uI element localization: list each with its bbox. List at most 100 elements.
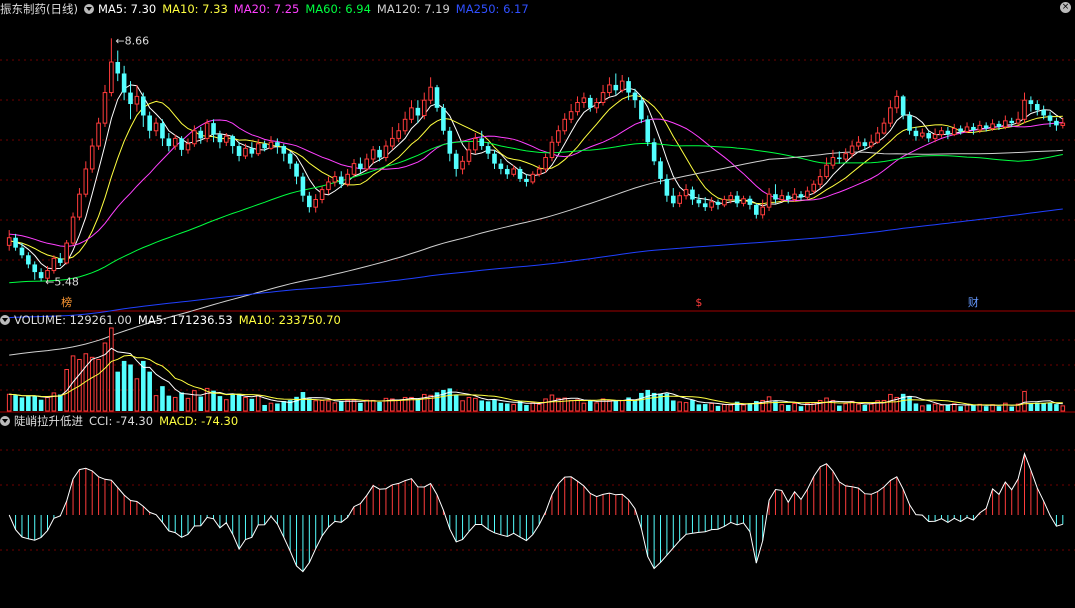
volume-bar-down[interactable] — [307, 398, 312, 411]
volume-bar-down[interactable] — [38, 399, 44, 411]
volume-bar-down[interactable] — [613, 400, 619, 411]
candle-up[interactable] — [224, 135, 229, 143]
candle-down[interactable] — [498, 163, 504, 169]
volume-bar-down[interactable] — [121, 360, 127, 411]
volume-bar-up[interactable] — [313, 400, 318, 412]
candle-down[interactable] — [198, 130, 204, 139]
candle-down[interactable] — [19, 247, 25, 256]
volume-bar-up[interactable] — [530, 402, 536, 412]
candle-down[interactable] — [958, 128, 963, 132]
volume-bar-up[interactable] — [45, 396, 50, 412]
volume-bar-down[interactable] — [524, 404, 529, 411]
candle-down[interactable] — [294, 163, 299, 177]
candle-down[interactable] — [128, 92, 133, 105]
candle-down[interactable] — [447, 130, 453, 154]
candle-down[interactable] — [211, 123, 216, 135]
candle-up[interactable] — [383, 145, 389, 159]
candle-down[interactable] — [798, 194, 804, 198]
candle-up[interactable] — [619, 80, 625, 91]
candle-up[interactable] — [326, 181, 331, 191]
volume-bar-down[interactable] — [275, 403, 280, 411]
volume-bar-down[interactable] — [1041, 403, 1046, 411]
candle-down[interactable] — [971, 126, 976, 130]
volume-bar-down[interactable] — [1028, 403, 1034, 411]
candle-up[interactable] — [204, 122, 210, 139]
candle-down[interactable] — [166, 138, 172, 147]
candle-up[interactable] — [466, 149, 472, 162]
candle-down[interactable] — [453, 153, 459, 169]
candle-up[interactable] — [543, 157, 548, 170]
volume-bar-up[interactable] — [6, 393, 12, 412]
volume-bar-down[interactable] — [785, 404, 791, 411]
candle-up[interactable] — [332, 176, 338, 183]
candle-down[interactable] — [945, 130, 951, 135]
candle-up[interactable] — [920, 132, 925, 137]
candle-down[interactable] — [441, 107, 446, 131]
volume-bar-up[interactable] — [134, 378, 140, 412]
volume-bar-up[interactable] — [185, 397, 191, 412]
volume-bar-up[interactable] — [766, 396, 772, 412]
volume-bar-up[interactable] — [364, 399, 370, 412]
volume-bar-down[interactable] — [441, 389, 446, 411]
volume-bar-up[interactable] — [939, 404, 944, 412]
candle-up[interactable] — [581, 97, 587, 103]
candle-down[interactable] — [179, 138, 184, 150]
candle-down[interactable] — [696, 199, 702, 204]
candle-up[interactable] — [51, 257, 57, 272]
candle-down[interactable] — [236, 146, 242, 156]
candle-down[interactable] — [837, 157, 842, 160]
candle-down[interactable] — [900, 96, 906, 116]
candlesticks[interactable] — [6, 38, 1066, 282]
volume-bar-up[interactable] — [683, 402, 689, 412]
volume-bar-up[interactable] — [332, 402, 338, 412]
candle-up[interactable] — [549, 141, 555, 159]
volume-bar-up[interactable] — [511, 403, 516, 412]
candle-up[interactable] — [109, 61, 114, 94]
candle-down[interactable] — [639, 100, 644, 120]
candle-down[interactable] — [587, 97, 593, 108]
candle-up[interactable] — [888, 107, 893, 124]
candle-up[interactable] — [1060, 122, 1066, 126]
volume-bar-up[interactable] — [192, 390, 197, 412]
volume-bar-up[interactable] — [473, 397, 478, 412]
candle-down[interactable] — [307, 195, 312, 208]
candle-down[interactable] — [434, 87, 440, 108]
candle-up[interactable] — [370, 149, 376, 160]
candle-up[interactable] — [64, 242, 69, 264]
candle-up[interactable] — [977, 124, 983, 131]
candle-up[interactable] — [268, 141, 274, 149]
candle-up[interactable] — [683, 189, 689, 197]
volume-bar-up[interactable] — [562, 397, 568, 412]
volume-bar-up[interactable] — [109, 327, 114, 412]
candle-up[interactable] — [856, 141, 861, 147]
volume-bar-down[interactable] — [690, 399, 695, 411]
candle-up[interactable] — [824, 164, 829, 178]
candle-down[interactable] — [670, 195, 676, 204]
volume-bar-down[interactable] — [300, 392, 306, 411]
candle-down[interactable] — [249, 148, 255, 154]
candle-up[interactable] — [70, 216, 76, 244]
volume-bar-up[interactable] — [792, 402, 797, 412]
volume-bar-up[interactable] — [172, 396, 178, 412]
candle-down[interactable] — [913, 130, 919, 137]
volume-bar-down[interactable] — [179, 392, 184, 411]
volume-bar-up[interactable] — [581, 402, 587, 412]
candle-up[interactable] — [409, 107, 414, 120]
candle-up[interactable] — [792, 193, 797, 201]
candle-down[interactable] — [485, 146, 491, 154]
candle-down[interactable] — [115, 62, 121, 74]
candle-down[interactable] — [217, 134, 223, 143]
candle-up[interactable] — [185, 143, 191, 151]
candle-up[interactable] — [1022, 99, 1027, 120]
candle-up[interactable] — [932, 134, 938, 139]
candle-up[interactable] — [102, 92, 108, 124]
volume-bar-down[interactable] — [945, 404, 951, 411]
candle-up[interactable] — [89, 145, 95, 170]
volume-bar-down[interactable] — [958, 406, 963, 411]
candle-down[interactable] — [415, 107, 421, 116]
candle-down[interactable] — [275, 142, 280, 147]
candle-up[interactable] — [843, 153, 848, 160]
volume-bar-up[interactable] — [868, 403, 874, 412]
volume-bar-up[interactable] — [607, 399, 612, 412]
volume-bar-down[interactable] — [281, 401, 287, 411]
